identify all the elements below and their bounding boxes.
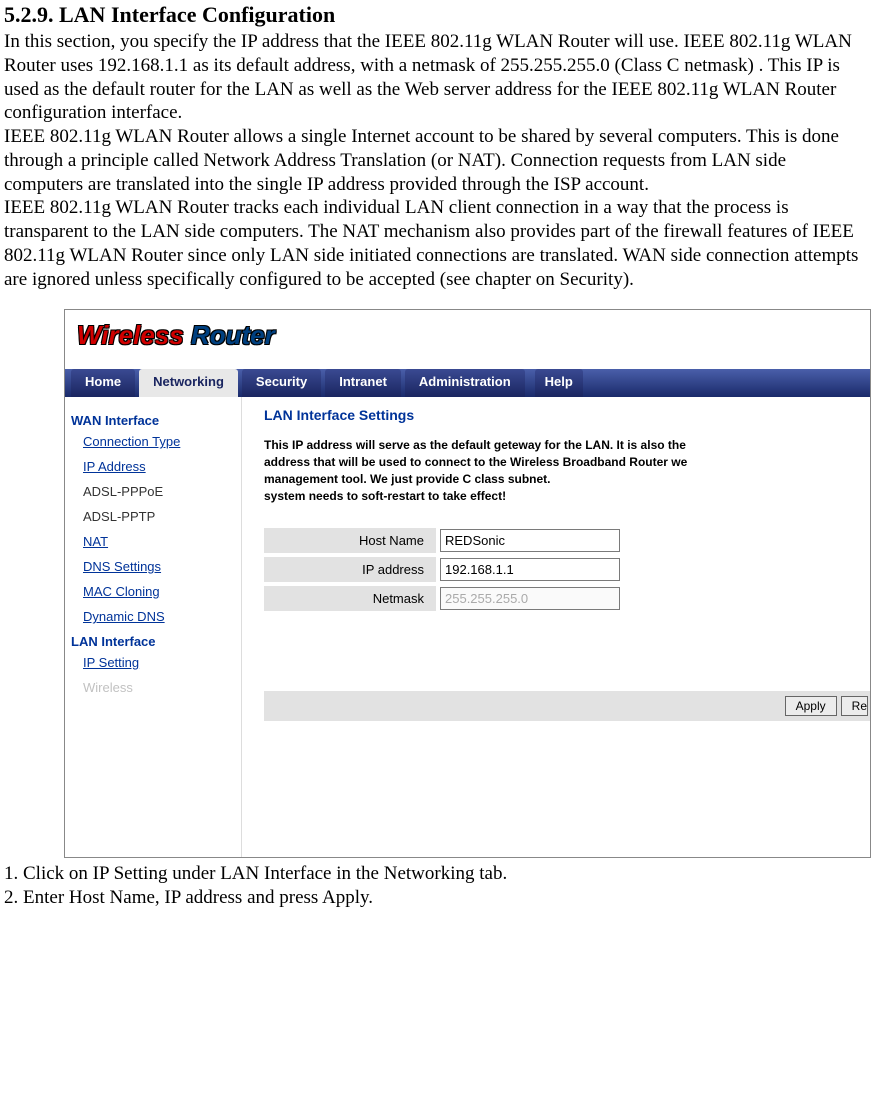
main-panel: LAN Interface Settings This IP address w… [242, 397, 870, 857]
sidebar-item-ip-setting[interactable]: IP Setting [83, 655, 241, 670]
input-ip-address[interactable] [440, 558, 620, 581]
input-host-name[interactable] [440, 529, 620, 552]
panel-title: LAN Interface Settings [264, 407, 870, 423]
router-screenshot: Wireless Router Home Networking Security… [64, 309, 871, 858]
sidebar-item-ip-address[interactable]: IP Address [83, 459, 241, 474]
label-host-name: Host Name [264, 528, 436, 553]
input-netmask [440, 587, 620, 610]
apply-button[interactable]: Apply [785, 696, 837, 716]
intro-paragraph-1: In this section, you specify the IP addr… [4, 30, 867, 125]
tab-intranet[interactable]: Intranet [325, 369, 401, 397]
sidebar-item-dns-settings[interactable]: DNS Settings [83, 559, 241, 574]
tab-security[interactable]: Security [242, 369, 321, 397]
step-2: 2. Enter Host Name, IP address and press… [4, 886, 867, 910]
reset-button-clipped[interactable]: Re [841, 696, 868, 716]
step-1: 1. Click on IP Setting under LAN Interfa… [4, 862, 867, 886]
row-netmask: Netmask [264, 586, 870, 611]
desc-line-4: system needs to soft-restart to take eff… [264, 489, 506, 503]
logo-bar: Wireless Router [65, 310, 870, 369]
label-netmask: Netmask [264, 586, 436, 611]
row-ip-address: IP address [264, 557, 870, 582]
section-heading: 5.2.9. LAN Interface Configuration [4, 2, 867, 28]
sidebar-item-adsl-pppoe[interactable]: ADSL-PPPoE [83, 484, 241, 499]
sidebar-item-nat[interactable]: NAT [83, 534, 241, 549]
logo-word-router: Router [184, 320, 275, 350]
sidebar-item-adsl-pptp[interactable]: ADSL-PPTP [83, 509, 241, 524]
logo-word-wireless: Wireless [77, 320, 184, 350]
sidebar-item-wireless[interactable]: Wireless [83, 680, 241, 695]
sidebar-section-lan: LAN Interface [71, 634, 241, 649]
nav-bar: Home Networking Security Intranet Admini… [65, 369, 870, 397]
panel-description: This IP address will serve as the defaul… [264, 437, 870, 504]
sidebar: WAN Interface Connection Type IP Address… [65, 397, 242, 857]
tab-networking[interactable]: Networking [139, 369, 238, 397]
apply-bar: Apply Re [264, 691, 870, 721]
intro-paragraph-3: IEEE 802.11g WLAN Router tracks each ind… [4, 196, 867, 291]
row-host-name: Host Name [264, 528, 870, 553]
sidebar-section-wan: WAN Interface [71, 413, 241, 428]
sidebar-item-connection-type[interactable]: Connection Type [83, 434, 241, 449]
desc-line-2: address that will be used to connect to … [264, 455, 687, 469]
tab-home[interactable]: Home [71, 369, 135, 397]
sidebar-item-dynamic-dns[interactable]: Dynamic DNS [83, 609, 241, 624]
tab-help[interactable]: Help [535, 369, 583, 397]
tab-administration[interactable]: Administration [405, 369, 525, 397]
desc-line-1: This IP address will serve as the defaul… [264, 438, 686, 452]
sidebar-item-mac-cloning[interactable]: MAC Cloning [83, 584, 241, 599]
desc-line-3: management tool. We just provide C class… [264, 472, 551, 486]
label-ip-address: IP address [264, 557, 436, 582]
intro-paragraph-2: IEEE 802.11g WLAN Router allows a single… [4, 125, 867, 196]
